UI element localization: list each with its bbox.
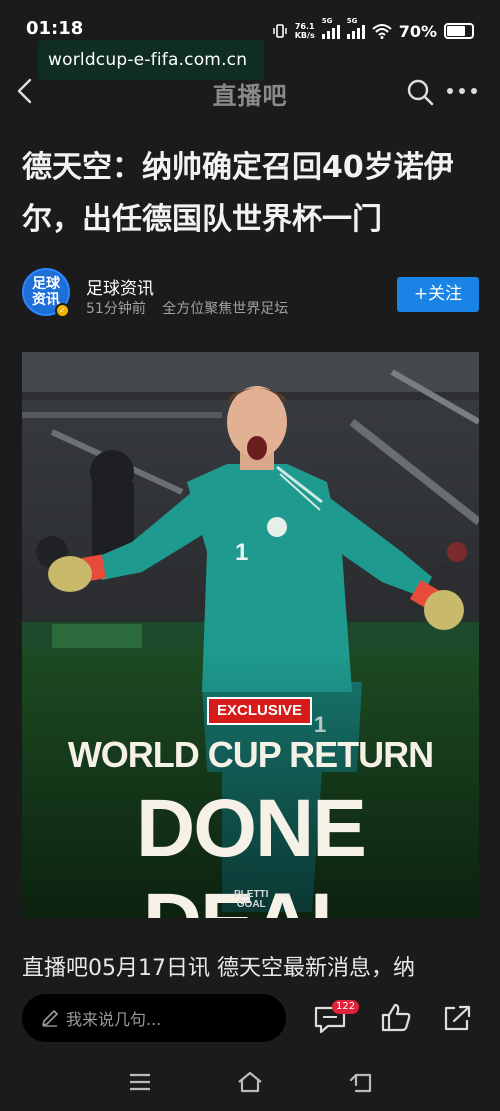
signal-icon-sim2: 5G <box>346 17 365 39</box>
watermark-url: worldcup-e-fifa.com.cn <box>38 40 264 80</box>
hero-headline-line1: WORLD CUP RETURN <box>67 734 434 775</box>
status-time: 01:18 <box>26 18 84 39</box>
vibrate-icon <box>272 24 287 38</box>
share-icon[interactable] <box>442 1004 472 1032</box>
more-icon[interactable] <box>446 86 478 96</box>
hero-credit-line2: GOAL <box>236 899 266 910</box>
recent-apps-icon[interactable] <box>128 1072 152 1092</box>
follow-button[interactable]: +关注 <box>397 277 479 312</box>
comment-input[interactable]: 我来说几句... <box>22 994 286 1042</box>
screen: 01:18 76.1 KB/s 5G 5G 70% worldcup-e-fif… <box>0 0 500 1111</box>
author-name[interactable]: 足球资讯 <box>86 274 154 299</box>
verified-icon: ✓ <box>55 303 70 318</box>
comment-placeholder: 我来说几句... <box>66 1010 162 1029</box>
like-icon[interactable] <box>380 1002 412 1032</box>
network-speed-value: 76.1 <box>294 22 315 31</box>
sim2-label: 5G <box>346 17 358 25</box>
network-speed: 76.1 KB/s <box>295 22 315 40</box>
comment-count-badge: 122 <box>332 1000 360 1014</box>
battery-icon <box>444 23 474 39</box>
hero-credit-logo: PLETTI GOAL <box>234 890 268 910</box>
jersey-number: 1 <box>235 539 248 566</box>
sim1-label: 5G <box>321 17 333 25</box>
pencil-icon <box>42 1010 58 1027</box>
system-back-icon[interactable] <box>348 1072 374 1094</box>
hero-image[interactable]: 1 1 EXCLUSIVE WORLD CUP RETURN DONE DEAL… <box>22 352 479 918</box>
back-icon[interactable] <box>14 78 38 104</box>
author-meta: 51分钟前 全方位聚焦世界足坛 <box>86 298 288 318</box>
battery-percent: 70% <box>398 21 437 41</box>
status-icons: 76.1 KB/s 5G 5G 70% <box>272 17 474 42</box>
search-icon[interactable] <box>406 78 434 106</box>
nav-title: 直播吧 <box>212 82 288 110</box>
network-speed-unit: KB/s <box>294 31 315 40</box>
signal-icon-sim1: 5G <box>321 17 340 39</box>
author-tagline: 全方位聚焦世界足坛 <box>162 301 289 317</box>
home-icon[interactable] <box>236 1070 264 1094</box>
article-body-preview: 直播吧05月17日讯 德天空最新消息，纳 <box>22 956 415 981</box>
hero-exclusive-badge: EXCLUSIVE <box>207 697 313 725</box>
system-navigation-bar <box>0 1058 500 1111</box>
post-time: 51分钟前 <box>86 301 146 317</box>
article-headline: 德天空：纳帅确定召回40岁诺伊尔，出任德国队世界杯一门 <box>22 150 454 237</box>
wifi-icon <box>372 24 392 39</box>
avatar-text-line1: 足球 <box>32 276 60 292</box>
